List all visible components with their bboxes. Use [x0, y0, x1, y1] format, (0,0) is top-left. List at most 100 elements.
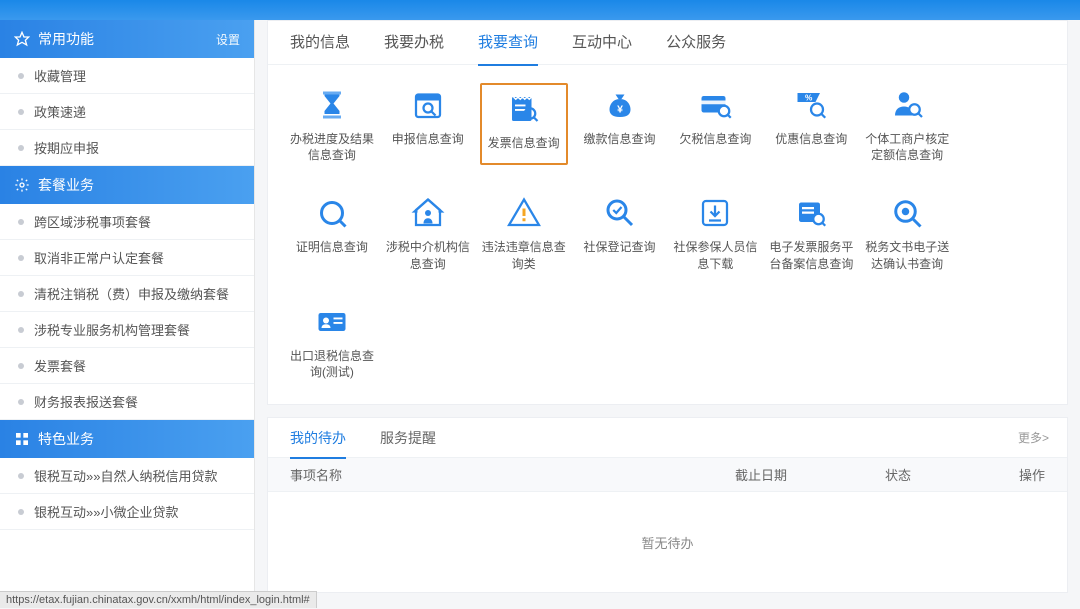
sidebar-item[interactable]: 银税互动»»小微企业贷款 — [0, 494, 254, 530]
bullet-icon — [18, 399, 24, 405]
grid-icon — [14, 431, 30, 447]
sidebar-item-label: 跨区域涉税事项套餐 — [34, 212, 151, 231]
sidebar-item[interactable]: 财务报表报送套餐 — [0, 384, 254, 420]
pending-tab[interactable]: 服务提醒 — [380, 418, 436, 458]
query-tile[interactable]: 欠税信息查询 — [672, 83, 760, 165]
query-tile[interactable]: ¥ 缴款信息查询 — [576, 83, 664, 165]
main-tab[interactable]: 互动中心 — [572, 21, 632, 65]
money-bag-icon: ¥ — [600, 85, 640, 125]
sidebar-item[interactable]: 收藏管理 — [0, 58, 254, 94]
hourglass-icon — [312, 85, 352, 125]
bullet-icon — [18, 109, 24, 115]
person-search-icon — [887, 85, 927, 125]
bullet-icon — [18, 291, 24, 297]
tile-label: 证明信息查询 — [296, 239, 368, 255]
col-status: 状态 — [885, 465, 985, 484]
sidebar-item[interactable]: 取消非正常户认定套餐 — [0, 240, 254, 276]
sidebar-section-title: 特色业务 — [38, 429, 94, 449]
query-tile[interactable]: 办税进度及结果信息查询 — [288, 83, 376, 165]
pending-empty-text: 暂无待办 — [268, 492, 1067, 592]
query-tile[interactable]: 社保登记查询 — [576, 191, 664, 273]
sidebar-item[interactable]: 发票套餐 — [0, 348, 254, 384]
svg-text:%: % — [805, 94, 813, 103]
query-tile[interactable]: % 优惠信息查询 — [767, 83, 855, 165]
doc-search-icon — [312, 193, 352, 233]
sidebar-item-label: 银税互动»»自然人纳税信用贷款 — [34, 466, 217, 485]
bullet-icon — [18, 255, 24, 261]
sidebar-item[interactable]: 银税互动»»自然人纳税信用贷款 — [0, 458, 254, 494]
tile-label: 欠税信息查询 — [679, 131, 751, 147]
main-content: 我的信息我要办税我要查询互动中心公众服务 办税进度及结果信息查询 申报信息查询发票… — [255, 20, 1080, 605]
house-person-icon — [408, 193, 448, 233]
tile-label: 违法违章信息查询类 — [482, 239, 566, 271]
pending-panel: 我的待办服务提醒更多> 事项名称 截止日期 状态 操作 暂无待办 — [267, 417, 1068, 593]
tile-label: 办税进度及结果信息查询 — [290, 131, 374, 163]
status-url: https://etax.fujian.chinatax.gov.cn/xxmh… — [0, 591, 317, 608]
query-tile[interactable]: 申报信息查询 — [384, 83, 472, 165]
sidebar-item[interactable]: 跨区域涉税事项套餐 — [0, 204, 254, 240]
query-tile[interactable]: 证明信息查询 — [288, 191, 376, 273]
window-top-bar — [0, 0, 1080, 20]
query-grid: 办税进度及结果信息查询 申报信息查询发票信息查询 ¥ 缴款信息查询 欠税信息查询% 优惠信… — [268, 65, 1067, 404]
card-search-icon — [695, 85, 735, 125]
main-tab[interactable]: 我的信息 — [290, 21, 350, 65]
main-tab[interactable]: 公众服务 — [666, 21, 726, 65]
invoice-search-icon — [504, 89, 544, 129]
query-tile[interactable]: 个体工商户核定定额信息查询 — [863, 83, 951, 165]
settings-link[interactable]: 设置 — [216, 31, 240, 48]
tile-label: 税务文书电子送达确认书查询 — [865, 239, 949, 271]
bullet-icon — [18, 219, 24, 225]
query-tile[interactable]: 税务文书电子送达确认书查询 — [863, 191, 951, 273]
query-tile[interactable]: 出口退税信息查询(测试) — [288, 300, 376, 382]
bullet-icon — [18, 509, 24, 515]
percent-search-icon: % — [791, 85, 831, 125]
sidebar-section-header: 特色业务 — [0, 420, 254, 458]
sidebar-item[interactable]: 按期应申报 — [0, 130, 254, 166]
sidebar-section-title: 套餐业务 — [38, 175, 94, 195]
tile-label: 申报信息查询 — [392, 131, 464, 147]
main-tab[interactable]: 我要查询 — [478, 21, 538, 65]
sidebar-item[interactable]: 政策速递 — [0, 94, 254, 130]
pending-tab[interactable]: 我的待办 — [290, 418, 346, 458]
warning-icon — [504, 193, 544, 233]
col-action: 操作 — [985, 465, 1045, 484]
query-tile[interactable]: 电子发票服务平台备案信息查询 — [767, 191, 855, 273]
sidebar-item-label: 按期应申报 — [34, 138, 99, 157]
sidebar-item[interactable]: 清税注销税（费）申报及缴纳套餐 — [0, 276, 254, 312]
sidebar-item-label: 取消非正常户认定套餐 — [34, 248, 164, 267]
query-tile[interactable]: 违法违章信息查询类 — [480, 191, 568, 273]
col-deadline: 截止日期 — [735, 465, 885, 484]
tile-label: 电子发票服务平台备案信息查询 — [769, 239, 853, 271]
bullet-icon — [18, 73, 24, 79]
query-tile[interactable]: 涉税中介机构信息查询 — [384, 191, 472, 273]
sidebar-section-title: 常用功能 — [38, 29, 94, 49]
magnifier-check-icon — [600, 193, 640, 233]
tile-label: 缴款信息查询 — [584, 131, 656, 147]
sidebar-item-label: 银税互动»»小微企业贷款 — [34, 502, 178, 521]
sidebar: 常用功能 设置收藏管理政策速递按期应申报套餐业务跨区域涉税事项套餐取消非正常户认定… — [0, 20, 255, 605]
query-tile[interactable]: 社保参保人员信息下载 — [672, 191, 760, 273]
main-tab[interactable]: 我要办税 — [384, 21, 444, 65]
sidebar-item-label: 发票套餐 — [34, 356, 86, 375]
bullet-icon — [18, 145, 24, 151]
sidebar-item-label: 财务报表报送套餐 — [34, 392, 138, 411]
svg-text:¥: ¥ — [617, 104, 623, 116]
tile-label: 出口退税信息查询(测试) — [290, 348, 374, 380]
sidebar-item-label: 收藏管理 — [34, 66, 86, 85]
bullet-icon — [18, 473, 24, 479]
calendar-search-icon — [408, 85, 448, 125]
tile-label: 涉税中介机构信息查询 — [386, 239, 470, 271]
bullet-icon — [18, 327, 24, 333]
pending-tabs: 我的待办服务提醒 更多> — [268, 418, 1067, 458]
gear-icon — [14, 177, 30, 193]
tile-label: 优惠信息查询 — [775, 131, 847, 147]
query-panel: 我的信息我要办税我要查询互动中心公众服务 办税进度及结果信息查询 申报信息查询发票… — [267, 20, 1068, 405]
sidebar-item-label: 涉税专业服务机构管理套餐 — [34, 320, 190, 339]
more-link[interactable]: 更多> — [1018, 429, 1049, 446]
sidebar-item-label: 政策速递 — [34, 102, 86, 121]
tile-label: 社保参保人员信息下载 — [673, 239, 757, 271]
main-tabs: 我的信息我要办税我要查询互动中心公众服务 — [268, 21, 1067, 65]
main-layout: 常用功能 设置收藏管理政策速递按期应申报套餐业务跨区域涉税事项套餐取消非正常户认定… — [0, 20, 1080, 605]
sidebar-item[interactable]: 涉税专业服务机构管理套餐 — [0, 312, 254, 348]
query-tile[interactable]: 发票信息查询 — [480, 83, 568, 165]
